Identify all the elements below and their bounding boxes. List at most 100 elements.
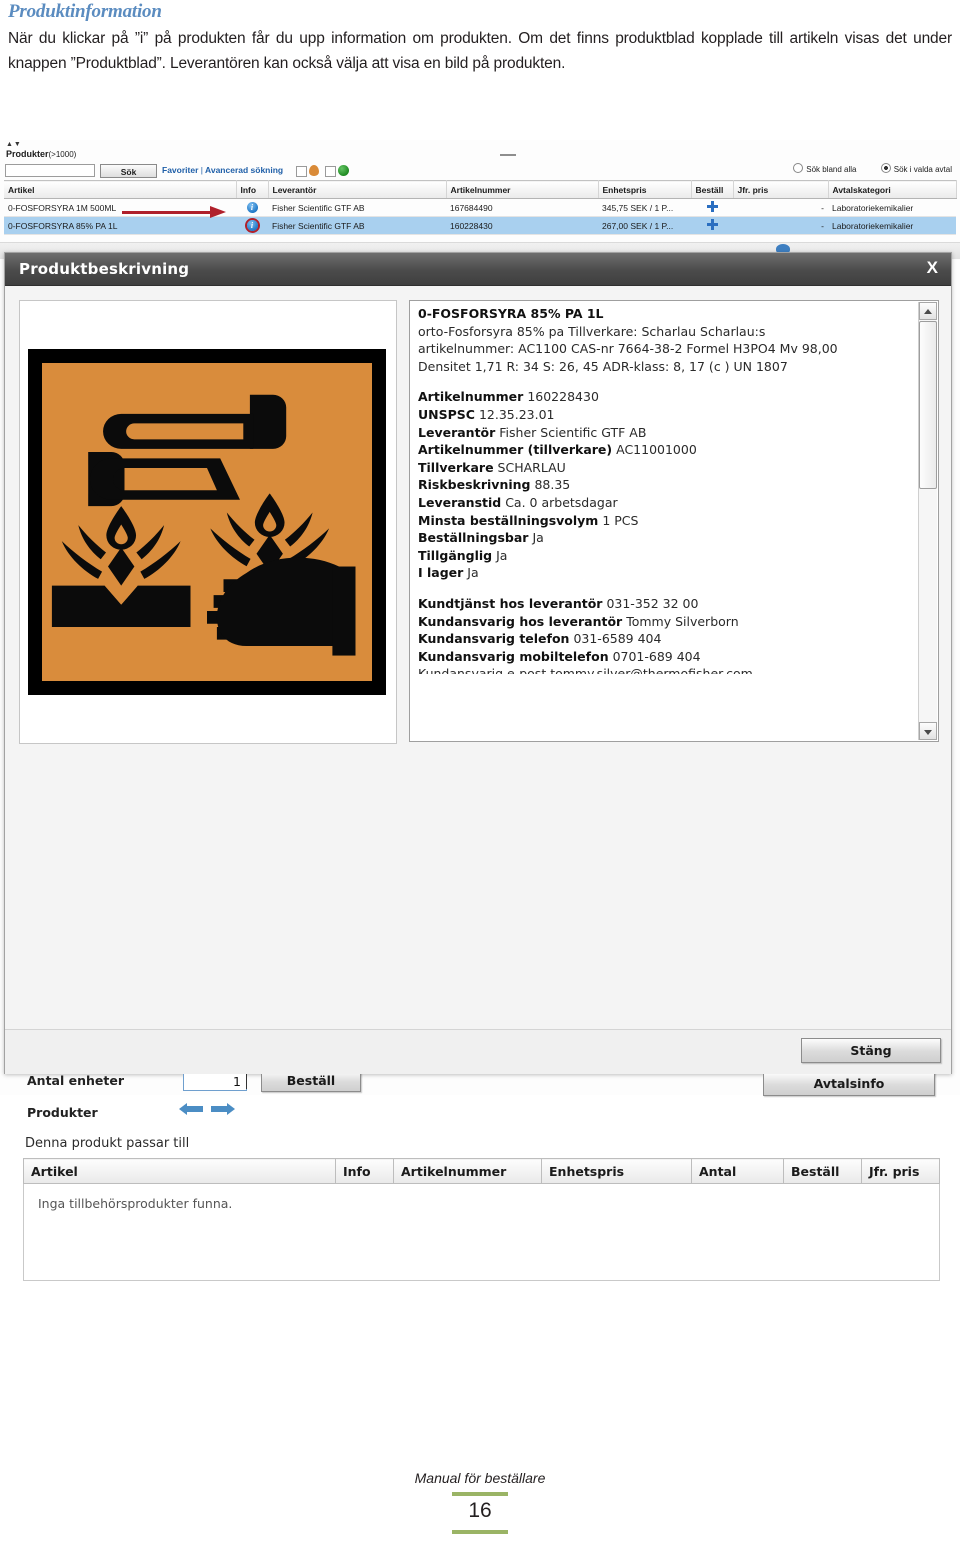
- desc-contact-row: Kundansvarig mobiltelefon 0701-689 404: [418, 648, 910, 666]
- acc-col-enhetspris[interactable]: Enhetspris: [541, 1158, 692, 1184]
- desc-contact-label: Kundansvarig hos leverantör: [418, 613, 623, 629]
- add-to-cart-icon[interactable]: [706, 219, 718, 230]
- accessories-empty-message: Inga tillbehörsprodukter funna.: [23, 1183, 940, 1281]
- close-icon[interactable]: X: [927, 258, 938, 278]
- pane-result-count: (>1000): [48, 150, 77, 159]
- desc-field-label: UNSPSC: [418, 406, 475, 422]
- desc-contact-row: Kundansvarig telefon 031-6589 404: [418, 630, 910, 648]
- desc-intro-line-2: artikelnummer: AC1100 CAS-nr 7664-38-2 F…: [418, 341, 838, 357]
- cell-jfr-pris: -: [733, 216, 828, 235]
- col-avtalskategori[interactable]: Avtalskategori: [828, 180, 957, 199]
- desc-contact-label: Kundtjänst hos leverantör: [418, 595, 603, 611]
- desc-field-row: Leveranstid Ca. 0 arbetsdagar: [418, 494, 910, 512]
- accessories-empty-row: Inga tillbehörsprodukter funna.: [23, 1183, 940, 1281]
- favorites-link[interactable]: Favoriter: [162, 165, 198, 175]
- scroll-down-icon[interactable]: [919, 722, 937, 740]
- desc-contact-value: 0701-689 404: [612, 648, 701, 664]
- arrow-right-icon[interactable]: [209, 1101, 237, 1117]
- cell-info[interactable]: i: [236, 198, 268, 217]
- desc-contact-row: Kundansvarig hos leverantör Tommy Silver…: [418, 613, 910, 631]
- scrollbar-thumb[interactable]: [919, 321, 937, 489]
- acc-col-info[interactable]: Info: [335, 1158, 394, 1184]
- cell-avtalskategori: Laboratoriekemikalier: [828, 198, 956, 217]
- dialog-title: Produktbeskrivning: [19, 260, 190, 278]
- desc-field-value: AC11001000: [616, 442, 697, 458]
- desc-field-value: SCHARLAU: [497, 459, 566, 475]
- acc-col-antal[interactable]: Antal: [691, 1158, 784, 1184]
- desc-field-label: Minsta beställningsvolym: [418, 512, 599, 528]
- agreement-info-button[interactable]: Avtalsinfo: [763, 1072, 935, 1096]
- desc-field-label: Tillverkare: [418, 459, 494, 475]
- desc-field-value: 160228430: [527, 389, 599, 405]
- corrosive-hazard-pictogram: [28, 349, 386, 695]
- col-enhetspris[interactable]: Enhetspris: [598, 180, 692, 199]
- col-leverantor[interactable]: Leverantör: [268, 180, 447, 199]
- footer-rule-top: [452, 1492, 508, 1496]
- advanced-search-link[interactable]: Avancerad sökning: [205, 165, 283, 175]
- col-bestall[interactable]: Beställ: [691, 180, 734, 199]
- minimize-icon[interactable]: [500, 148, 516, 156]
- desc-field-label: Riskbeskrivning: [418, 477, 531, 493]
- cell-enhetspris: 345,75 SEK / 1 P...: [598, 198, 691, 217]
- acc-col-artikel[interactable]: Artikel: [23, 1158, 336, 1184]
- radio-search-all[interactable]: Sök bland alla: [793, 163, 857, 174]
- desc-field-row: Tillgänglig Ja: [418, 547, 910, 565]
- cell-artikelnummer: 167684490: [446, 198, 598, 217]
- desc-field-value: 1 PCS: [602, 512, 639, 528]
- desc-field-row: Artikelnummer (tillverkare) AC11001000: [418, 441, 910, 459]
- desc-field-value: Ca. 0 arbetsdagar: [505, 494, 618, 510]
- cell-bestall[interactable]: [691, 216, 733, 235]
- scroll-up-icon[interactable]: [919, 302, 937, 320]
- info-icon[interactable]: i: [246, 220, 258, 231]
- col-jfr-pris[interactable]: Jfr. pris: [733, 180, 829, 199]
- cell-enhetspris: 267,00 SEK / 1 P...: [598, 216, 691, 235]
- close-button[interactable]: Stäng: [801, 1038, 941, 1063]
- cell-avtalskategori: Laboratoriekemikalier: [828, 216, 956, 235]
- cell-jfr-pris: -: [733, 198, 828, 217]
- cell-info[interactable]: i: [236, 216, 268, 235]
- desc-field-row: I lager Ja: [418, 564, 910, 582]
- desc-field-value: Ja: [532, 530, 544, 546]
- col-info[interactable]: Info: [236, 180, 269, 199]
- desc-field-value: Fisher Scientific GTF AB: [499, 424, 647, 440]
- search-input[interactable]: [5, 164, 95, 177]
- table-row[interactable]: 0-FOSFORSYRA 85% PA 1L i Fisher Scientif…: [4, 216, 956, 235]
- desc-intro-line-3: Densitet 1,71 R: 34 S: 26, 45 ADR-klass:…: [418, 358, 788, 374]
- acc-col-jfr-pris[interactable]: Jfr. pris: [861, 1158, 940, 1184]
- radio-search-selected[interactable]: Sök i valda avtal: [880, 163, 952, 174]
- search-scope-radios: Sök bland alla Sök i valda avtal: [793, 163, 952, 174]
- cell-leverantor: Fisher Scientific GTF AB: [268, 198, 446, 217]
- desc-field-row: UNSPSC 12.35.23.01: [418, 406, 910, 424]
- search-button[interactable]: Sök: [100, 164, 157, 178]
- link-separator: |: [200, 165, 203, 175]
- add-to-cart-icon[interactable]: [706, 201, 718, 212]
- desc-contact-label: Kundansvarig telefon: [418, 631, 570, 647]
- desc-field-value: 88.35: [534, 477, 571, 493]
- dialog-title-bar: Produktbeskrivning X: [5, 253, 951, 286]
- pane-title: Produkter(>1000): [6, 149, 76, 159]
- arrow-left-icon[interactable]: [177, 1101, 205, 1117]
- desc-field-label: Beställningsbar: [418, 530, 529, 546]
- intro-paragraph: När du klickar på ”i” på produkten får d…: [8, 29, 952, 73]
- col-artikel[interactable]: Artikel: [4, 180, 237, 199]
- quantity-input[interactable]: [183, 1071, 247, 1091]
- flame-filter-checkbox[interactable]: [296, 166, 307, 177]
- quantity-label: Antal enheter: [27, 1073, 124, 1088]
- acc-col-artikelnummer[interactable]: Artikelnummer: [393, 1158, 542, 1184]
- desc-field-row: Riskbeskrivning 88.35: [418, 476, 910, 494]
- cell-bestall[interactable]: [691, 198, 733, 217]
- page-title: Produktinformation: [8, 1, 162, 22]
- desc-field-label: Leverantör: [418, 424, 496, 440]
- radio-all-circle: [793, 163, 804, 173]
- eco-filter-checkbox[interactable]: [325, 166, 336, 177]
- desc-contact-value: 031-6589 404: [573, 631, 662, 647]
- page-footer: Manual för beställare 16: [0, 1470, 960, 1536]
- desc-field-row: Artikelnummer 160228430: [418, 388, 910, 406]
- info-icon[interactable]: i: [246, 202, 258, 213]
- sort-arrows-icon[interactable]: ▲▼: [6, 141, 22, 148]
- desc-field-value: 12.35.23.01: [478, 406, 555, 422]
- col-artikelnummer[interactable]: Artikelnummer: [446, 180, 599, 199]
- description-scrollbar[interactable]: [918, 302, 937, 740]
- desc-field-row: Minsta beställningsvolym 1 PCS: [418, 512, 910, 530]
- acc-col-bestall[interactable]: Beställ: [783, 1158, 862, 1184]
